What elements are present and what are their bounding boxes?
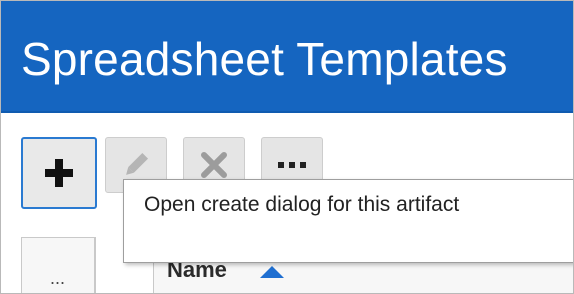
- pencil-icon: [126, 152, 149, 175]
- sort-ascending-icon[interactable]: [259, 265, 285, 279]
- row-menu-label: ...: [50, 268, 66, 288]
- tooltip-text: Open create dialog for this artifact: [144, 193, 460, 216]
- page-title: Spreadsheet Templates: [21, 33, 508, 85]
- tooltip: Open create dialog for this artifact: [123, 179, 573, 263]
- page-header: Spreadsheet Templates: [1, 1, 573, 113]
- app-frame: Spreadsheet Templates ... Name Open crea…: [0, 0, 574, 294]
- row-menu-column-header[interactable]: ...: [21, 237, 95, 293]
- plus-icon: [45, 159, 73, 187]
- x-icon: [201, 152, 227, 178]
- ellipsis-icon: [278, 162, 306, 168]
- add-button[interactable]: [21, 137, 97, 209]
